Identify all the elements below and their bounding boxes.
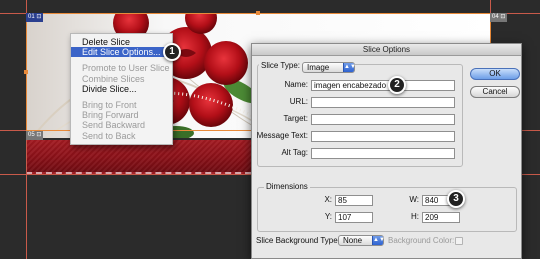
h-label: H: xyxy=(411,212,419,221)
alt-tag-label: Alt Tag: xyxy=(281,148,308,157)
name-label: Name: xyxy=(284,80,308,89)
x-field[interactable]: 85 xyxy=(335,195,373,206)
chevron-updown-icon: ▲▼ xyxy=(372,236,385,245)
bg-type-value: None xyxy=(343,236,363,245)
x-label: X: xyxy=(324,195,332,204)
slice-tag-05: 05 ⊡ xyxy=(26,131,44,140)
y-label: Y: xyxy=(324,212,332,221)
callout-badge-3: 3 xyxy=(447,190,465,208)
bg-color-label: Background Color: xyxy=(388,236,455,245)
dialog-title: Slice Options xyxy=(252,44,521,56)
chevron-updown-icon: ▲▼ xyxy=(343,63,356,72)
dimensions-group: Dimensions xyxy=(257,182,517,232)
slice-handle-top[interactable] xyxy=(256,11,260,15)
bg-type-label: Slice Background Type: xyxy=(256,236,340,245)
menu-item-bring-forward[interactable]: Bring Forward xyxy=(71,110,172,120)
slice-icon: ⊡ xyxy=(36,132,42,138)
slice-options-dialog: Slice Options Slice Type: Image ▲▼ Name:… xyxy=(251,43,522,259)
menu-item-bring-to-front[interactable]: Bring to Front xyxy=(71,100,172,110)
slice-tag-01: 01 ⊡ xyxy=(26,13,44,22)
message-text-field[interactable] xyxy=(311,131,455,142)
url-field[interactable] xyxy=(311,97,455,108)
slice-type-value: Image xyxy=(307,63,330,72)
cancel-button[interactable]: Cancel xyxy=(470,86,520,98)
menu-item-send-to-back[interactable]: Send to Back xyxy=(71,131,172,141)
menu-item-send-backward[interactable]: Send Backward xyxy=(71,120,172,130)
name-field[interactable]: imagen encabezado xyxy=(311,80,455,91)
target-label: Target: xyxy=(283,114,308,123)
slice-icon: ⊡ xyxy=(500,14,506,20)
slice-type-select[interactable]: Image ▲▼ xyxy=(302,62,356,73)
dimensions-legend: Dimensions xyxy=(264,182,310,192)
bg-type-select[interactable]: None ▲▼ xyxy=(338,235,385,246)
slice-icon: ⊡ xyxy=(36,14,42,20)
menu-item-combine-slices[interactable]: Combine Slices xyxy=(71,74,172,84)
slice-context-menu: Delete Slice Edit Slice Options... Promo… xyxy=(70,33,173,145)
y-field[interactable]: 107 xyxy=(335,212,373,223)
h-field[interactable]: 209 xyxy=(422,212,460,223)
target-field[interactable] xyxy=(311,114,455,125)
bg-color-swatch[interactable] xyxy=(455,237,463,245)
slice-number: 05 xyxy=(28,132,35,138)
callout-badge-2: 2 xyxy=(388,76,406,94)
slice-number: 04 xyxy=(492,14,499,20)
slice-number: 01 xyxy=(28,14,35,20)
w-label: W: xyxy=(409,195,419,204)
menu-item-divide-slice[interactable]: Divide Slice... xyxy=(71,84,172,94)
callout-badge-1: 1 xyxy=(163,43,181,61)
slice-handle-left[interactable] xyxy=(24,70,28,74)
menu-item-delete-slice[interactable]: Delete Slice xyxy=(71,37,172,47)
url-label: URL: xyxy=(289,97,308,106)
slice-type-label: Slice Type: xyxy=(259,60,302,72)
menu-item-edit-slice-options[interactable]: Edit Slice Options... xyxy=(71,47,172,58)
ok-button[interactable]: OK xyxy=(470,68,520,80)
alt-tag-field[interactable] xyxy=(311,148,455,159)
menu-item-promote-to-user-slice[interactable]: Promote to User Slice xyxy=(71,63,172,73)
slice-tag-04: 04 ⊡ xyxy=(490,13,508,22)
message-text-label: Message Text: xyxy=(256,131,308,140)
